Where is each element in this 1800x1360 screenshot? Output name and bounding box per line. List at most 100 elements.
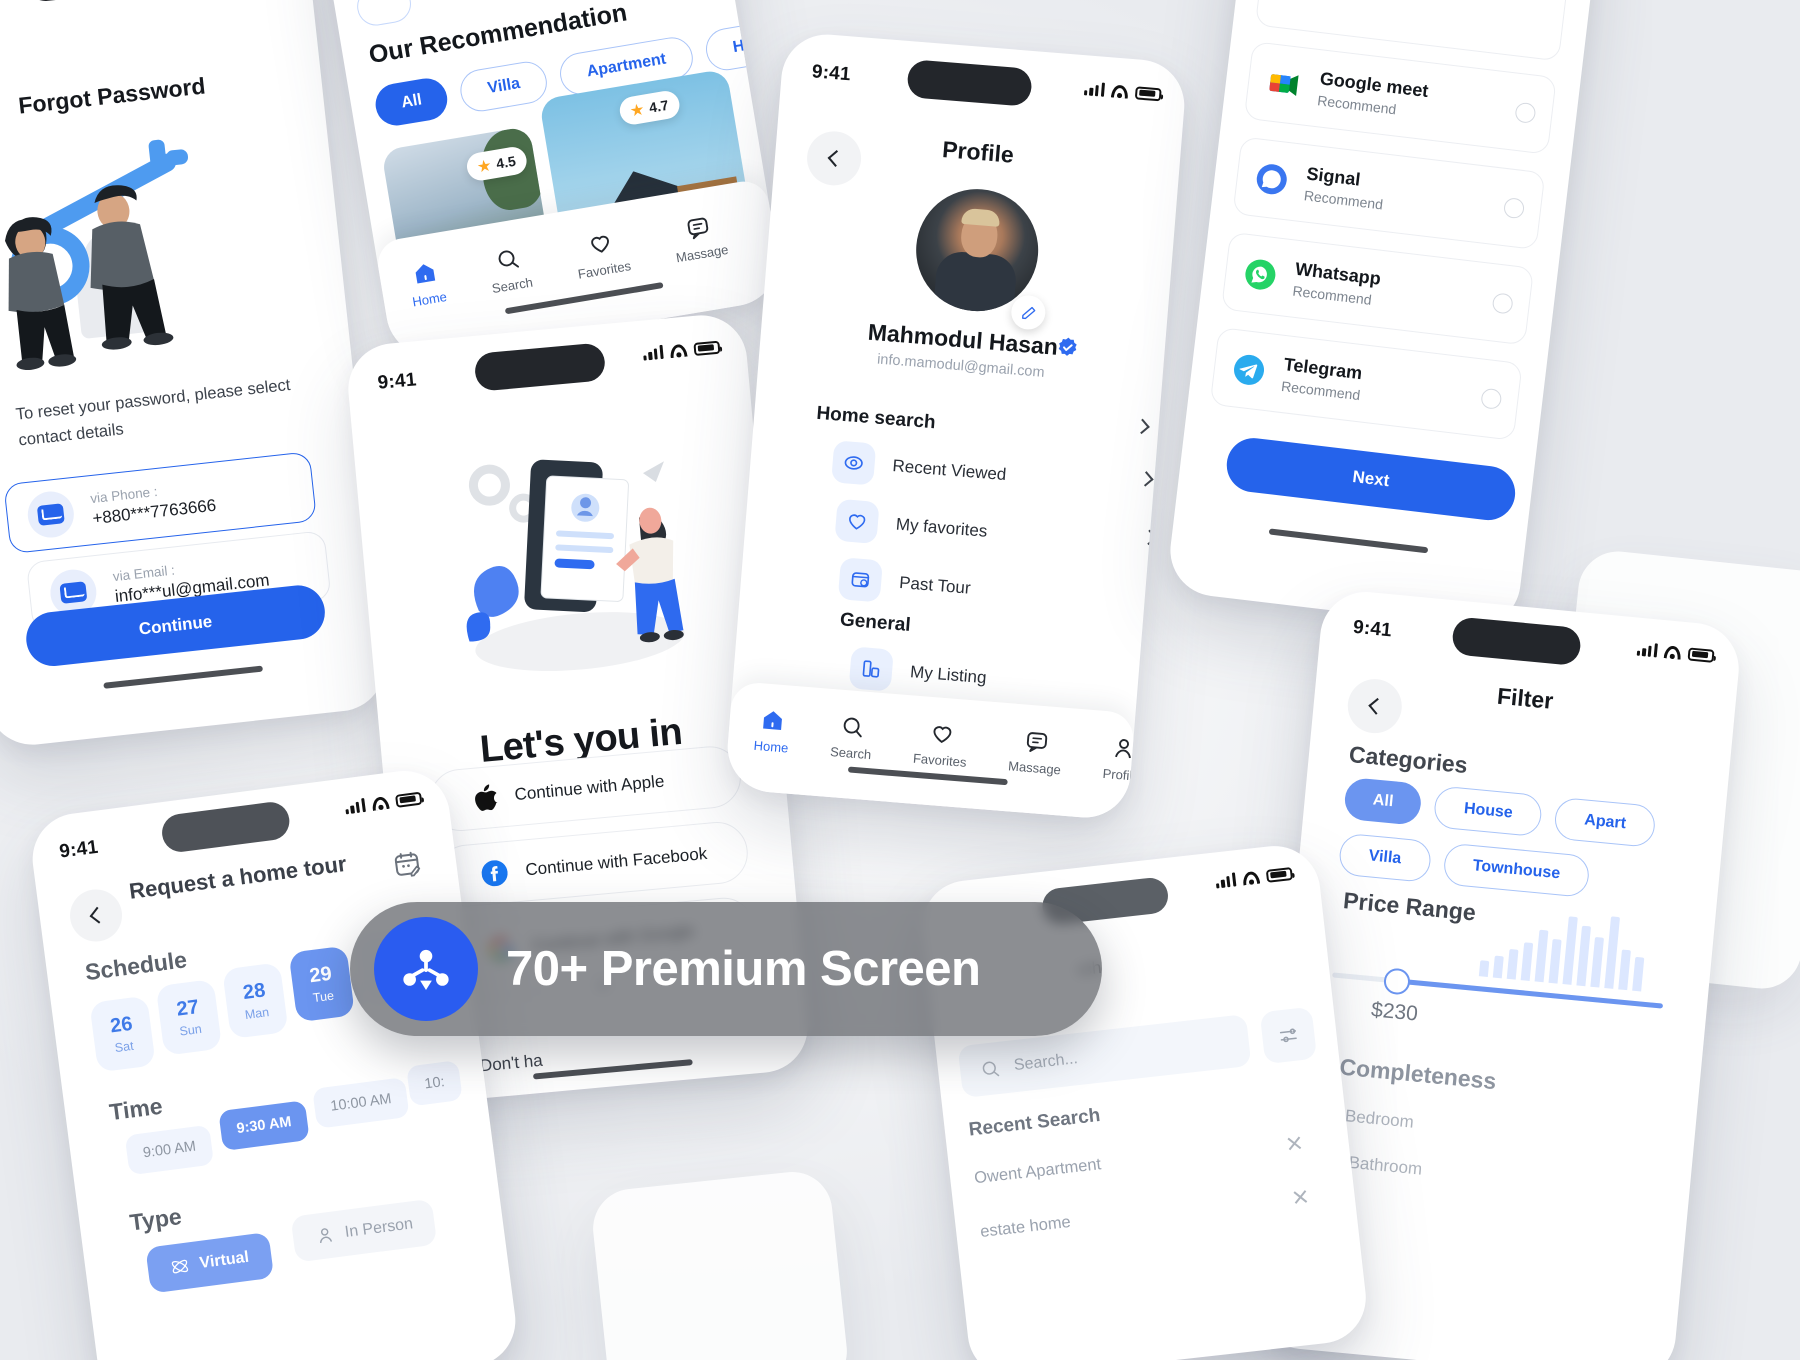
screen-profile: 9:41 Profile Mahmodul Hasan info.mamodul… (724, 31, 1188, 821)
nav-favorites[interactable]: Favorites (572, 228, 632, 282)
close-icon[interactable] (1292, 1188, 1310, 1206)
chevron-left-icon (89, 906, 107, 924)
recent-search-text: Owent Apartment (973, 1155, 1103, 1188)
price-slider-knob[interactable] (1382, 967, 1412, 996)
calendar-edit-icon[interactable] (390, 847, 424, 881)
chevron-right-icon[interactable] (1134, 418, 1150, 435)
nav-search[interactable]: Search (486, 244, 534, 296)
chevron-right-icon[interactable] (1141, 529, 1157, 546)
tour-icon (837, 557, 883, 603)
chip-apartment[interactable]: Apart (1553, 796, 1657, 848)
star-icon: ★ (476, 156, 492, 175)
status-bar-right (1636, 642, 1715, 663)
type-virtual[interactable]: Virtual (145, 1231, 274, 1294)
status-time: 9:41 (811, 61, 852, 86)
time-slot-9-00[interactable]: 9:00 AM (124, 1124, 215, 1176)
day-number: 29 (308, 962, 334, 988)
battery-icon (1265, 866, 1294, 883)
battery-icon (693, 340, 721, 356)
row-past-tour[interactable]: Past Tour (837, 557, 972, 609)
apple-icon (475, 784, 498, 811)
chip-all[interactable]: All (372, 75, 451, 129)
home-indicator (103, 665, 264, 689)
cellular-icon (1083, 81, 1106, 97)
categories-label: Categories (1347, 741, 1469, 779)
edit-avatar-button[interactable] (1010, 294, 1047, 331)
time-label: Time (107, 1092, 165, 1126)
radio-button[interactable] (1480, 387, 1503, 410)
close-icon[interactable] (1286, 1134, 1304, 1152)
status-bar-right (1215, 866, 1294, 889)
chip-house[interactable]: Ho (702, 19, 785, 74)
screenshot-canvas: Forgot Password To reset your password, … (0, 0, 1800, 1360)
user-icon (319, 1228, 333, 1244)
filter-button[interactable] (1259, 1006, 1318, 1065)
app-card-telegram[interactable]: Telegram Recommend (1209, 327, 1523, 441)
status-bar-right (1083, 81, 1162, 101)
radio-button[interactable] (1502, 197, 1526, 220)
battery-icon (1134, 85, 1162, 101)
type-in-person[interactable]: In Person (290, 1198, 438, 1263)
wifi-icon (1242, 870, 1260, 885)
recent-search-row-2[interactable]: estate home (979, 1186, 1309, 1242)
screen-forgot-password: Forgot Password To reset your password, … (0, 0, 390, 750)
verified-badge-icon (1058, 337, 1077, 356)
row-recent-viewed[interactable]: Recent Viewed (831, 440, 1008, 496)
day-28[interactable]: 28 Man (222, 962, 289, 1040)
status-time: 9:41 (376, 369, 418, 394)
chip-villa[interactable]: Villa (1337, 832, 1432, 883)
star-icon: ★ (629, 100, 645, 119)
day-27[interactable]: 27 Sun (155, 978, 223, 1056)
day-number: 26 (108, 1012, 134, 1038)
pen-tool-glyph (403, 949, 449, 990)
time-slot-10-30[interactable]: 10: (406, 1060, 464, 1107)
nav-profile[interactable]: Profile (1102, 735, 1142, 784)
sso-label: Continue with Facebook (524, 843, 708, 880)
dynamic-island (906, 59, 1033, 107)
day-26[interactable]: 26 Sat (89, 995, 156, 1073)
chip-villa[interactable]: Villa (457, 58, 551, 115)
time-slot-10-00[interactable]: 10:00 AM (312, 1077, 410, 1129)
whatsapp-icon (1245, 259, 1276, 290)
nav-massage[interactable]: Massage (670, 211, 729, 265)
chip-house[interactable]: House (1433, 785, 1544, 838)
chevron-right-icon[interactable] (1147, 674, 1164, 691)
time-slot-9-30[interactable]: 9:30 AM (218, 1100, 310, 1152)
nav-search[interactable]: Search (830, 713, 875, 762)
nav-home[interactable]: Home (753, 707, 791, 756)
nav-massage[interactable]: Massage (1008, 727, 1064, 777)
facebook-icon (481, 860, 508, 887)
radio-button[interactable] (1491, 292, 1514, 315)
completeness-row-bedroom[interactable]: Bedroom (1344, 1106, 1414, 1132)
wifi-icon (371, 795, 390, 810)
day-29[interactable]: 29 Tue (288, 945, 356, 1023)
chip-all[interactable]: All (1343, 776, 1424, 826)
chip-townhouse[interactable]: Townhouse (1441, 842, 1591, 898)
chevron-right-icon[interactable] (1138, 471, 1154, 487)
listing-icon (848, 646, 894, 692)
app-card-whatsapp[interactable]: Whatsapp Recommend (1221, 231, 1535, 346)
radio-button[interactable] (1514, 101, 1537, 124)
chevron-left-icon (1368, 697, 1386, 715)
row-label: My Listing (909, 662, 988, 688)
recent-search-row-1[interactable]: Owent Apartment (973, 1133, 1303, 1189)
app-card-google-meet[interactable]: Google meet Recommend (1243, 41, 1557, 155)
virtual-icon (171, 1259, 189, 1274)
back-button[interactable] (66, 886, 126, 945)
nav-label: Search (829, 743, 872, 763)
nav-favorites[interactable]: Favorites (913, 720, 970, 770)
screen-app-recommendations: Google meet Recommend Signal Recommend W… (1165, 0, 1603, 633)
cellular-icon (642, 344, 664, 361)
signup-hint: Don't ha (479, 1050, 544, 1076)
next-button[interactable]: Next (1223, 435, 1519, 524)
continue-with-facebook-button[interactable]: Continue with Facebook (434, 819, 751, 910)
telegram-icon (1234, 354, 1265, 385)
nav-home[interactable]: Home (406, 258, 448, 309)
chip-partial-top[interactable] (354, 0, 414, 29)
nav-label: Home (753, 737, 789, 756)
home-indicator (1268, 528, 1429, 554)
app-card-signal[interactable]: Signal Recommend (1232, 136, 1546, 251)
completeness-row-bathroom[interactable]: Bathroom (1348, 1153, 1423, 1180)
chevron-right-icon[interactable] (1144, 618, 1160, 634)
row-my-favorites[interactable]: My favorites (834, 498, 989, 553)
